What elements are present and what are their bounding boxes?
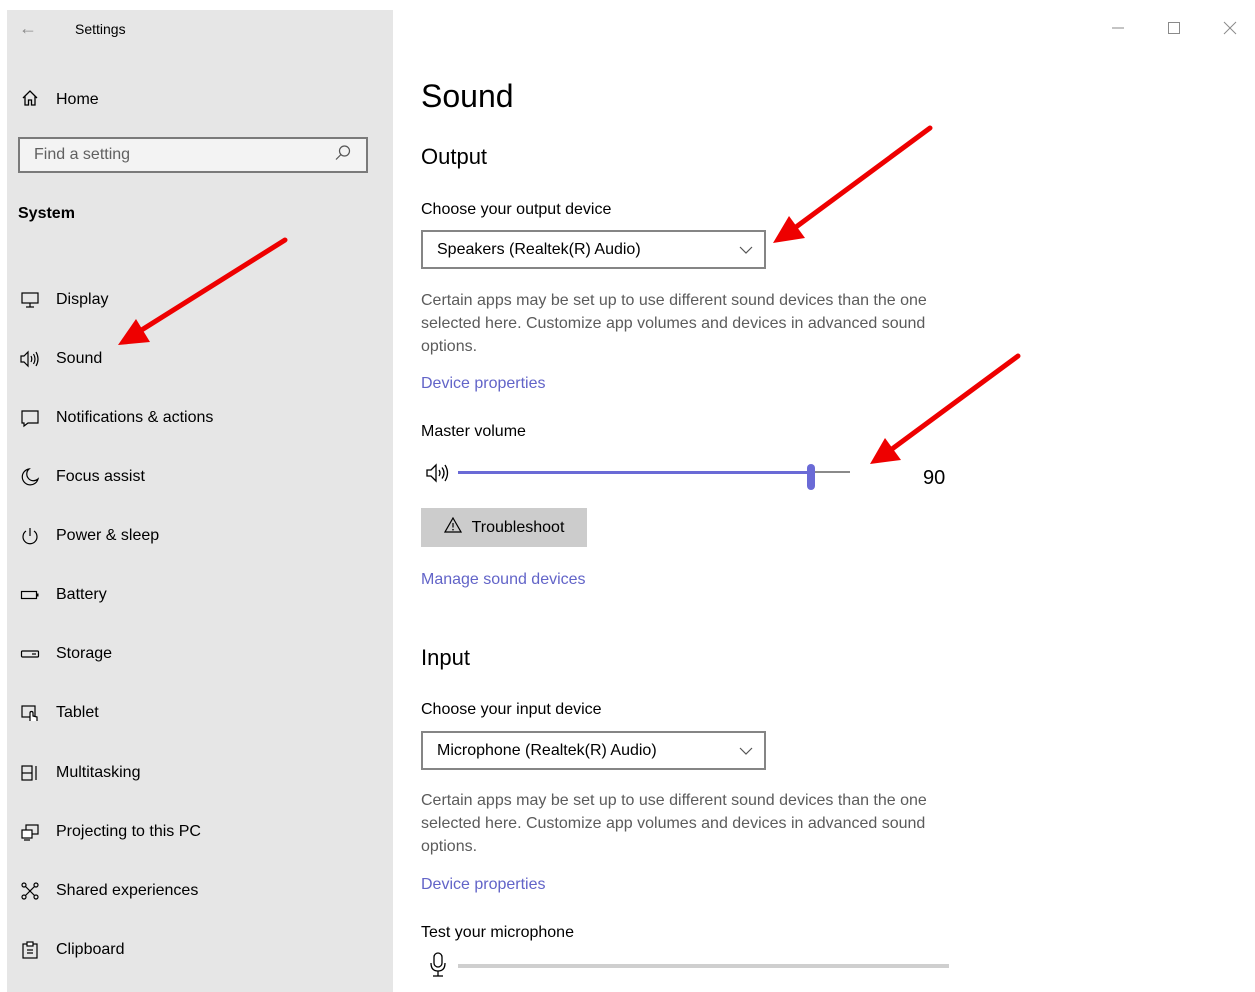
sidebar-item-label: Notifications & actions xyxy=(56,409,214,426)
search-input[interactable] xyxy=(20,145,334,165)
output-device-properties-link[interactable]: Device properties xyxy=(421,375,546,393)
output-device-value: Speakers (Realtek(R) Audio) xyxy=(437,240,641,258)
sidebar-item-label: Focus assist xyxy=(56,468,145,485)
back-arrow-icon[interactable]: ← xyxy=(19,18,37,39)
sidebar-item-shared-experiences[interactable]: Shared experiences xyxy=(19,877,379,905)
troubleshoot-label: Troubleshoot xyxy=(471,518,565,536)
clipboard-icon xyxy=(19,939,41,961)
sidebar-item-battery[interactable]: Battery xyxy=(19,581,379,609)
sidebar-item-projecting-to-this-pc[interactable]: Projecting to this PC xyxy=(19,818,379,846)
microphone-icon xyxy=(430,952,446,977)
sidebar-item-tablet[interactable]: Tablet xyxy=(19,699,379,727)
sidebar-item-home[interactable]: Home xyxy=(19,88,99,112)
test-microphone-label: Test your microphone xyxy=(421,924,574,941)
sidebar-item-storage[interactable]: Storage xyxy=(19,640,379,668)
sidebar-item-display[interactable]: Display xyxy=(19,286,379,314)
shared-experiences-icon xyxy=(19,880,41,902)
microphone-level-meter xyxy=(421,952,981,980)
input-device-properties-link[interactable]: Device properties xyxy=(421,876,546,894)
moon-icon xyxy=(19,466,41,488)
input-device-dropdown[interactable]: Microphone (Realtek(R) Audio) xyxy=(421,731,766,770)
chevron-down-icon xyxy=(739,747,753,755)
sidebar: ← Settings Home System Display Sound Notif… xyxy=(7,10,393,992)
sidebar-item-label: Storage xyxy=(56,645,113,662)
search-icon[interactable] xyxy=(334,144,356,166)
storage-icon xyxy=(19,643,41,665)
sidebar-item-label: Battery xyxy=(56,586,107,603)
power-icon xyxy=(19,525,41,547)
close-icon[interactable] xyxy=(1220,18,1240,38)
sidebar-item-label: Projecting to this PC xyxy=(56,823,201,840)
volume-track[interactable] xyxy=(458,464,850,490)
master-volume-label: Master volume xyxy=(421,423,526,440)
warning-icon xyxy=(443,516,462,538)
sidebar-item-label: Sound xyxy=(56,350,103,367)
chevron-down-icon xyxy=(739,246,753,254)
sidebar-item-label: Power & sleep xyxy=(56,527,160,544)
battery-icon xyxy=(19,584,41,606)
notifications-icon xyxy=(19,407,41,429)
multitasking-icon xyxy=(19,762,41,784)
output-device-dropdown[interactable]: Speakers (Realtek(R) Audio) xyxy=(421,230,766,269)
microphone-level-track xyxy=(458,964,949,968)
speaker-icon xyxy=(19,348,41,370)
page-title: Sound xyxy=(421,78,514,114)
sidebar-item-notifications-actions[interactable]: Notifications & actions xyxy=(19,404,379,432)
window-title: Settings xyxy=(75,21,126,37)
sidebar-item-label: Display xyxy=(56,291,109,308)
main-content: Sound Output Choose your output device S… xyxy=(421,0,1221,992)
sidebar-item-sound[interactable]: Sound xyxy=(19,345,379,373)
manage-sound-devices-link[interactable]: Manage sound devices xyxy=(421,571,586,589)
sidebar-item-multitasking[interactable]: Multitasking xyxy=(19,759,379,787)
sidebar-item-power-sleep[interactable]: Power & sleep xyxy=(19,522,379,550)
projecting-icon xyxy=(19,821,41,843)
volume-value: 90 xyxy=(923,467,946,489)
sidebar-item-label: Clipboard xyxy=(56,941,125,958)
sidebar-item-label: Shared experiences xyxy=(56,882,199,899)
input-heading: Input xyxy=(421,645,470,670)
input-device-value: Microphone (Realtek(R) Audio) xyxy=(437,741,657,759)
search-box[interactable] xyxy=(18,137,368,173)
sidebar-item-focus-assist[interactable]: Focus assist xyxy=(19,463,379,491)
output-device-label: Choose your output device xyxy=(421,201,612,218)
troubleshoot-button[interactable]: Troubleshoot xyxy=(421,508,587,547)
input-description: Certain apps may be set up to use differ… xyxy=(421,792,927,855)
tablet-icon xyxy=(19,702,41,724)
output-heading: Output xyxy=(421,144,488,169)
input-device-label: Choose your input device xyxy=(421,701,602,718)
speaker-icon[interactable] xyxy=(425,462,451,484)
sidebar-item-label: Home xyxy=(56,91,99,108)
master-volume-slider[interactable]: 90 xyxy=(421,458,981,490)
sidebar-item-clipboard[interactable]: Clipboard xyxy=(19,936,379,964)
output-description: Certain apps may be set up to use differ… xyxy=(421,292,927,355)
volume-thumb[interactable] xyxy=(807,464,815,490)
home-icon xyxy=(19,88,41,113)
section-heading: System xyxy=(18,205,75,222)
sidebar-item-label: Multitasking xyxy=(56,764,141,781)
sidebar-item-label: Tablet xyxy=(56,704,99,721)
volume-fill xyxy=(458,470,811,474)
display-icon xyxy=(19,289,41,311)
